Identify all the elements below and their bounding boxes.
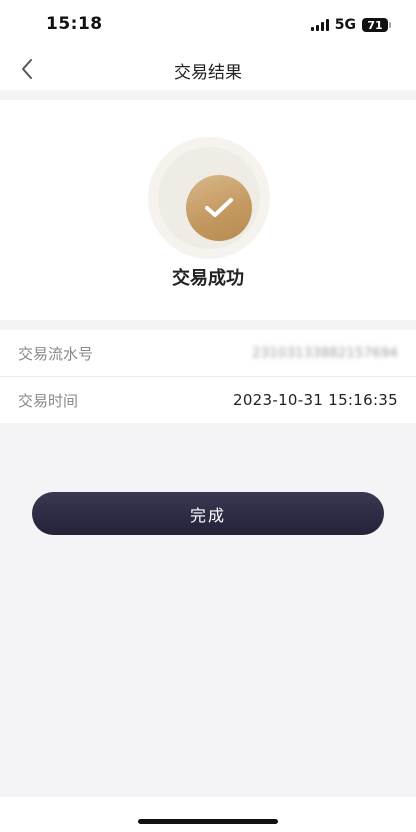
success-halo: [148, 137, 270, 259]
result-status-text: 交易成功: [172, 268, 244, 289]
done-button[interactable]: 完成: [32, 492, 384, 535]
transaction-time-label: 交易时间: [18, 391, 79, 410]
success-badge: [186, 175, 252, 241]
status-bar: 15:18 5G 71: [0, 0, 416, 48]
transaction-details: 交易流水号 23103133882157694 交易时间 2023-10-31 …: [0, 330, 416, 423]
serial-number-row: 交易流水号 23103133882157694: [0, 330, 416, 376]
checkmark-icon: [205, 198, 233, 217]
serial-number-label: 交易流水号: [18, 344, 94, 363]
page-title: 交易结果: [174, 63, 242, 83]
battery-level: 71: [367, 18, 383, 32]
battery-icon: 71: [362, 18, 391, 32]
serial-number-value: 23103133882157694: [252, 345, 398, 361]
result-card: 交易成功: [0, 100, 416, 320]
nav-bar: 交易结果: [0, 48, 416, 90]
transaction-time-row: 交易时间 2023-10-31 15:16:35: [0, 376, 416, 423]
signal-icon: [310, 19, 329, 31]
home-indicator[interactable]: [138, 819, 278, 824]
network-type: 5G: [334, 17, 356, 33]
status-time: 15:18: [46, 14, 103, 34]
status-indicators: 5G 71: [310, 16, 391, 34]
transaction-time-value: 2023-10-31 15:16:35: [232, 391, 398, 409]
success-halo-inner: [158, 147, 260, 249]
bottom-bar: [0, 797, 416, 832]
